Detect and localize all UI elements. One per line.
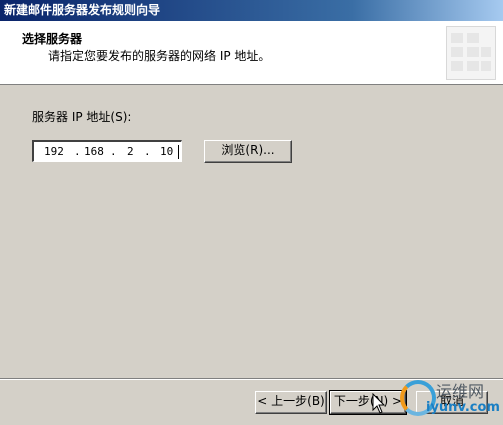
ip-octet-3[interactable]: 2 — [127, 145, 134, 158]
ip-dot-3: . — [144, 145, 151, 158]
mouse-cursor-icon — [372, 393, 386, 414]
watermark-logo: 运维网 iyunv.com — [398, 378, 500, 424]
window-title-bar[interactable]: 新建邮件服务器发布规则向导 — [0, 0, 503, 21]
server-ip-label: 服务器 IP 地址(S): — [32, 110, 132, 124]
watermark-text: 运维网 — [436, 382, 485, 401]
next-button[interactable]: 下一步(N) > — [329, 390, 407, 415]
ip-dot-1: . — [74, 145, 81, 158]
page-title: 选择服务器 — [22, 32, 83, 46]
browse-button[interactable]: 浏览(R)... — [204, 140, 292, 163]
ip-octet-2[interactable]: 168 — [84, 145, 104, 158]
back-button[interactable]: < 上一步(B) — [255, 391, 327, 414]
window-title: 新建邮件服务器发布规则向导 — [4, 3, 161, 17]
page-description: 请指定您要发布的服务器的网络 IP 地址。 — [48, 49, 271, 63]
wizard-graphic-icon — [446, 26, 496, 80]
ip-octet-4[interactable]: 10 — [160, 145, 173, 158]
ip-dot-2: . — [110, 145, 117, 158]
wizard-header: 选择服务器 请指定您要发布的服务器的网络 IP 地址。 — [0, 21, 503, 85]
ip-octet-1[interactable]: 192 — [44, 145, 64, 158]
server-ip-input[interactable]: 192 . 168 . 2 . 10 — [32, 140, 182, 162]
text-caret — [178, 145, 179, 159]
watermark-url: iyunv.com — [426, 400, 500, 415]
